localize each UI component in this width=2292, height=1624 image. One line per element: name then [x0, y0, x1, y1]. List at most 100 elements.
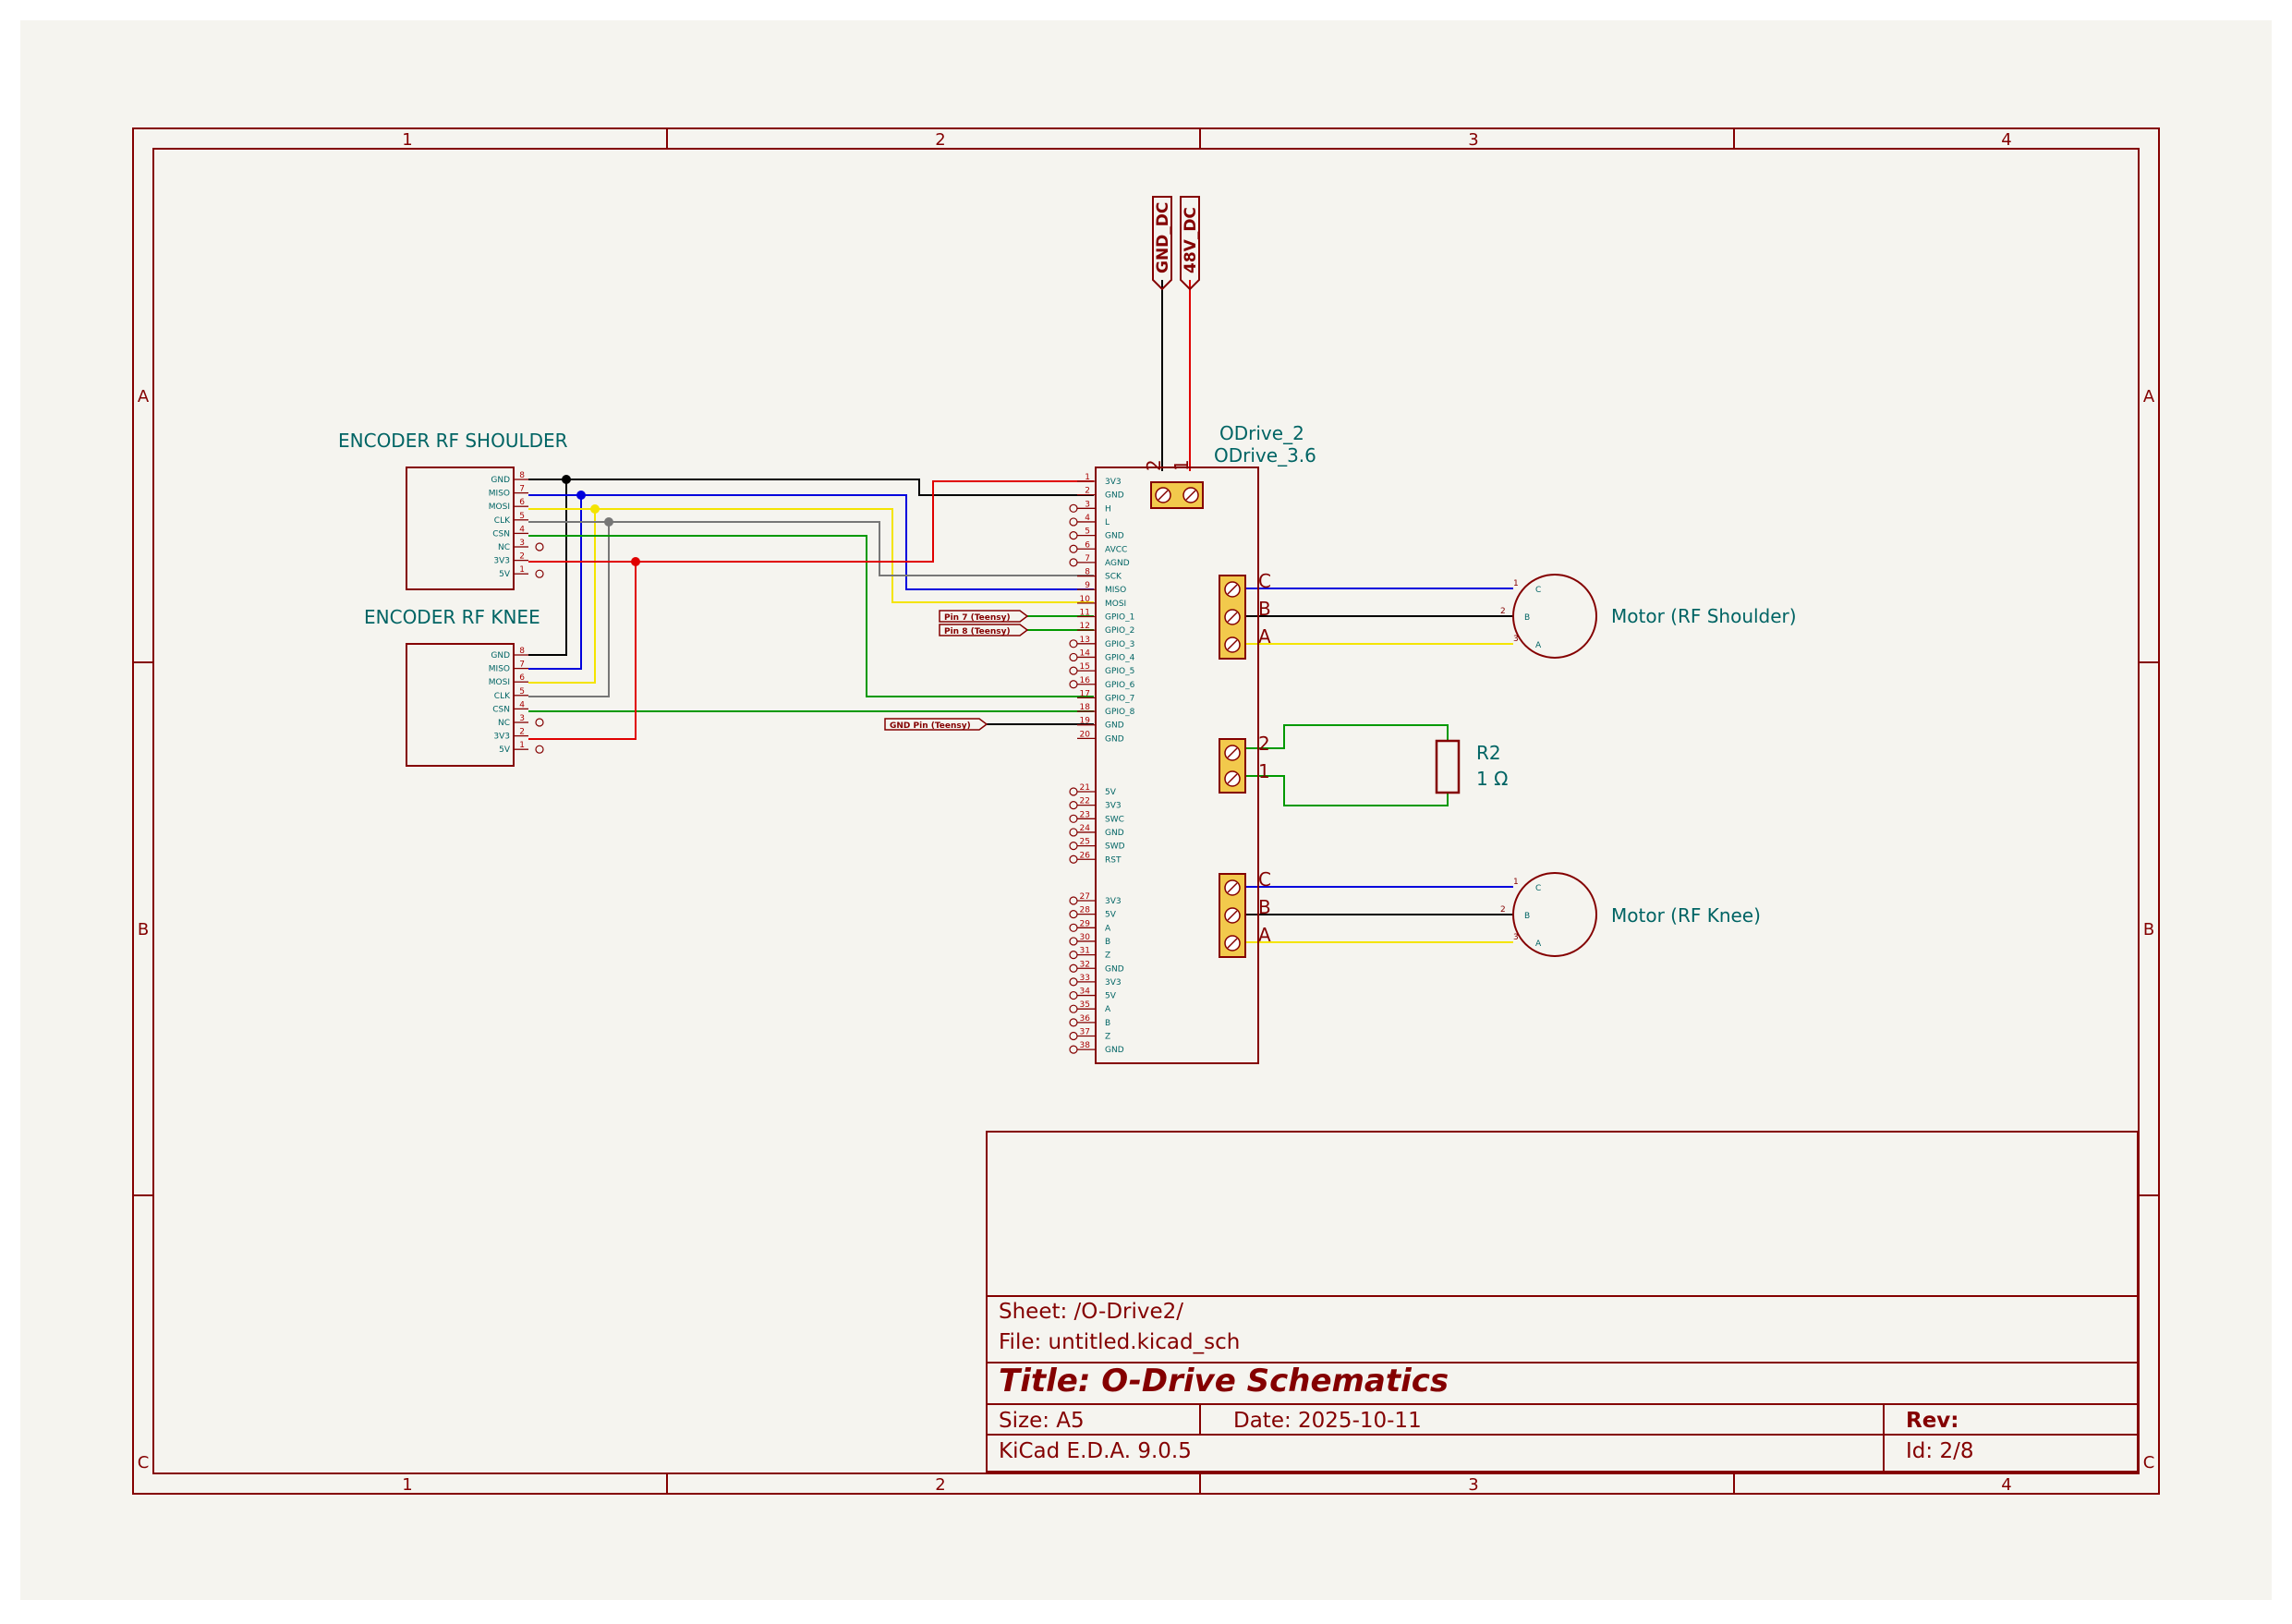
junction-miso [576, 491, 586, 500]
encoder-pin-name: 5V [499, 570, 511, 579]
odrive-pin-name: 3V3 [1105, 478, 1122, 487]
encoder-pin-name: MOSI [489, 678, 510, 687]
odrive-pin-number: 22 [1080, 797, 1090, 806]
encoder-pin-name: NC [498, 719, 510, 728]
encoder-pin-name: MISO [489, 665, 510, 674]
odrive-pin-name: GND [1105, 491, 1124, 501]
encoder-pin-number: 4 [519, 525, 525, 534]
knee-phase-c: C [1258, 868, 1271, 891]
motor-shoulder-a: A [1535, 641, 1542, 650]
resistor-terminal-pin-1: 1 [1258, 760, 1270, 782]
power-terminal-pin-1: 1 [1170, 459, 1193, 471]
odrive-pin-name: GND [1105, 721, 1124, 731]
odrive-pin-name: GPIO_3 [1105, 640, 1134, 649]
odrive-pin-number: 36 [1080, 1014, 1091, 1024]
odrive-pin-number: 33 [1080, 974, 1090, 983]
shoulder-phase-a: A [1258, 625, 1271, 648]
odrive-pin-number: 13 [1080, 636, 1090, 645]
junction-mosi [590, 504, 600, 514]
motor-knee-pin-2: 2 [1500, 905, 1506, 915]
zone-col-3-bottom: 3 [1468, 1475, 1478, 1495]
encoder-pin-number: 3 [519, 714, 525, 723]
odrive-pin-number: 10 [1080, 595, 1091, 604]
encoder-pin-name: CSN [492, 529, 510, 539]
odrive-pin-number: 32 [1080, 960, 1090, 969]
motor-knee-b: B [1524, 912, 1530, 921]
odrive-pin-number: 3 [1085, 500, 1090, 509]
encoder-pin-number: 6 [519, 498, 525, 507]
odrive-pin-name: SCK [1105, 573, 1122, 582]
odrive-pin-number: 38 [1080, 1041, 1091, 1050]
odrive-pin-name: RST [1105, 855, 1122, 865]
schematic-canvas[interactable]: 1 2 3 4 1 2 3 4 A B C A B C ENCODER RF S… [0, 0, 2292, 1620]
odrive-pin-name: GND [1105, 829, 1124, 838]
tb-date: Date: 2025-10-11 [1233, 1409, 1422, 1433]
odrive-pin-number: 15 [1080, 662, 1090, 672]
48v-dc-label: 48V_DC [1182, 207, 1200, 273]
power-terminal-pin-2: 2 [1143, 459, 1165, 471]
odrive-pin-name: GND [1105, 964, 1124, 974]
odrive-pin-name: Z [1105, 1033, 1110, 1042]
schematic-sheet: 1 2 3 4 1 2 3 4 A B C A B C ENCODER RF S… [0, 0, 2292, 1620]
zone-col-4-top: 4 [2001, 130, 2011, 150]
junction-3v3 [631, 557, 640, 566]
odrive-pin-number: 28 [1080, 906, 1091, 915]
shoulder-phase-b: B [1258, 598, 1271, 620]
zone-col-2-top: 2 [935, 130, 945, 150]
encoder-pin-name: 3V3 [493, 733, 510, 742]
zone-row-b-left: B [138, 920, 149, 939]
junction-gnd [562, 475, 571, 484]
odrive-pin-number: 11 [1080, 609, 1090, 618]
odrive-pin-number: 21 [1080, 783, 1090, 793]
encoder-pin-name: NC [498, 543, 510, 552]
encoder-pin-number: 5 [519, 687, 525, 697]
resistor-ref: R2 [1476, 742, 1501, 764]
odrive-pin-name: H [1105, 504, 1111, 514]
encoder-pin-name: CSN [492, 705, 510, 714]
odrive-pin-number: 29 [1080, 919, 1091, 928]
odrive-pin-number: 12 [1080, 622, 1090, 631]
odrive-pin-number: 20 [1080, 730, 1091, 739]
motor-shoulder-b: B [1524, 613, 1530, 623]
odrive-pin-name: SWD [1105, 842, 1125, 852]
encoder-pin-number: 2 [519, 728, 525, 737]
motor-shoulder-terminal[interactable]: C B A [1219, 570, 1271, 660]
zone-col-1-top: 1 [402, 130, 412, 150]
odrive-pin-name: 5V [1105, 788, 1117, 797]
odrive-pin-name: 3V3 [1105, 802, 1122, 811]
pin8-teensy-text: Pin 8 (Teensy) [944, 627, 1011, 636]
odrive-pin-name: B [1105, 1019, 1110, 1028]
odrive-ref: ODrive_2 [1219, 422, 1304, 444]
zone-row-c-right: C [2143, 1453, 2155, 1473]
knee-phase-a: A [1258, 924, 1271, 946]
odrive-pin-name: A [1105, 1005, 1111, 1014]
encoder-pin-number: 7 [519, 661, 525, 670]
odrive-pin-number: 4 [1085, 514, 1090, 523]
tb-rev: Rev: [1906, 1409, 1959, 1433]
odrive-pin-name: GPIO_8 [1105, 708, 1135, 717]
odrive-pin-number: 37 [1080, 1028, 1090, 1037]
encoder-shoulder-title: ENCODER RF SHOULDER [338, 430, 568, 452]
odrive-pin-name: GPIO_1 [1105, 613, 1134, 623]
encoder-pin-number: 4 [519, 700, 525, 709]
odrive-pin-number: 26 [1080, 851, 1091, 860]
motor-knee-terminal[interactable]: C B A [1219, 868, 1271, 958]
odrive-pin-number: 27 [1080, 892, 1090, 902]
motor-shoulder-pin-1: 1 [1513, 579, 1519, 588]
motor-shoulder-pin-3: 3 [1513, 635, 1519, 644]
tb-size: Size: A5 [999, 1409, 1085, 1433]
odrive-pin-name: L [1105, 518, 1110, 527]
encoder-pin-name: GND [491, 651, 510, 661]
zone-col-2-bottom: 2 [935, 1475, 945, 1495]
odrive-pin-name: 3V3 [1105, 978, 1122, 988]
encoder-pin-name: 5V [499, 745, 511, 755]
tb-file: File: untitled.kicad_sch [999, 1330, 1240, 1354]
zone-row-a-right: A [2143, 387, 2155, 406]
odrive-pin-number: 5 [1085, 527, 1090, 537]
motor-shoulder-label: Motor (RF Shoulder) [1611, 605, 1797, 627]
odrive-pin-number: 1 [1085, 473, 1090, 482]
odrive-pin-number: 23 [1080, 810, 1090, 819]
encoder-pin-number: 3 [519, 539, 525, 548]
odrive-pin-name: GND [1105, 1046, 1124, 1055]
encoder-pin-number: 7 [519, 485, 525, 494]
